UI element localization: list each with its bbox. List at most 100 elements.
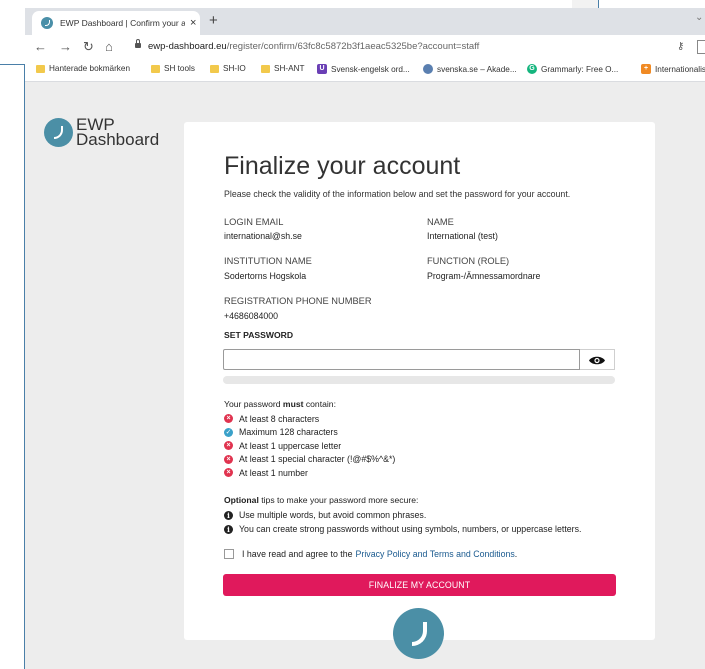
ewp-logo-icon (393, 608, 444, 659)
ewp-logo[interactable]: EWP Dashboard (44, 116, 160, 149)
bookmark-label: SH tools (164, 64, 195, 73)
tips-intro-bold: Optional (224, 495, 259, 505)
url-host: ewp-dashboard.eu (148, 41, 227, 52)
logo-line-2: Dashboard (76, 130, 160, 149)
login-email-label: LOGIN EMAIL (224, 217, 284, 227)
tab-search-chevron-icon[interactable]: ⌄ (695, 12, 703, 23)
requirements-intro-bold: must (282, 399, 304, 409)
page-subtitle: Please check the validity of the informa… (224, 189, 571, 199)
globe-icon (423, 64, 433, 74)
agree-terms-text: I have read and agree to the (242, 549, 353, 559)
password-input[interactable] (223, 349, 580, 370)
ewp-logo-icon (44, 117, 73, 147)
institution-value: Sodertorns Hogskola (224, 271, 307, 281)
show-password-button[interactable] (580, 349, 615, 370)
privacy-terms-link[interactable]: Privacy Policy and Terms and Conditions (356, 549, 515, 559)
phone-label: REGISTRATION PHONE NUMBER (224, 296, 372, 306)
reload-icon[interactable]: ↻ (83, 39, 94, 55)
fail-x-icon: × (224, 454, 233, 464)
finalize-account-button[interactable]: FINALIZE MY ACCOUNT (223, 574, 616, 596)
requirements-intro: Your password must contain: (224, 399, 336, 409)
background-fragment (572, 0, 598, 8)
bookmark-item[interactable]: SH-ANT (261, 64, 304, 73)
browser-toolbar: ← → ↻ ⌂ ewp-dashboard.eu/register/confir… (25, 35, 705, 60)
bookmark-label: Svensk-engelsk ord... (331, 64, 410, 74)
list-item: i Use multiple words, but avoid common ph… (224, 508, 581, 522)
key-icon[interactable]: ⚷ (677, 41, 684, 52)
tab-title: EWP Dashboard | Confirm your a (60, 18, 185, 28)
bookmark-item[interactable]: Hanterade bokmärken (36, 64, 130, 73)
agree-terms-checkbox[interactable] (224, 549, 234, 559)
requirements-intro-end: contain: (303, 399, 336, 409)
bookmark-item[interactable]: U Svensk-engelsk ord... (317, 64, 410, 74)
function-label: FUNCTION (ROLE) (427, 256, 510, 266)
institution-label: INSTITUTION NAME (224, 256, 312, 266)
url-path: /register/confirm/63fc8c5872b3f1aeac5325… (226, 41, 480, 52)
folder-icon (261, 64, 270, 73)
bookmark-item[interactable]: SH tools (151, 64, 195, 73)
list-item: ✓ Maximum 128 characters (224, 426, 395, 440)
requirement-text: At least 8 characters (239, 413, 320, 424)
tips-intro: Optional tips to make your password more… (224, 495, 418, 505)
name-label: NAME (427, 217, 454, 227)
page-content: EWP Dashboard Finalize your account Pleas… (25, 82, 705, 669)
logo-text: EWP Dashboard (76, 116, 160, 149)
bookmark-label: SH-IO (223, 64, 246, 73)
list-item: × At least 1 number (224, 466, 395, 480)
tips-intro-text: tips to make your password more secure: (258, 495, 419, 505)
folder-icon (151, 64, 160, 73)
login-email-value: international@sh.se (224, 231, 302, 241)
bookmark-item[interactable]: svenska.se – Akade... (423, 64, 517, 74)
password-requirements-list: × At least 8 characters ✓ Maximum 128 char… (224, 412, 395, 480)
plus-brand-icon: + (641, 64, 651, 74)
folder-icon (210, 64, 219, 73)
bookmarks-bar: Hanterade bokmärken SH tools SH-IO SH-AN… (25, 60, 705, 82)
back-arrow-icon[interactable]: ← (34, 39, 47, 55)
fail-x-icon: × (224, 414, 233, 424)
agree-terms-row: I have read and agree to the Privacy Pol… (224, 549, 517, 559)
requirement-text: At least 1 special character (!@#$%^&*) (239, 454, 396, 465)
home-icon[interactable]: ⌂ (105, 39, 113, 55)
list-item: × At least 1 uppercase letter (224, 439, 395, 453)
info-icon: i (224, 510, 233, 520)
function-value: Program-/Ämnessamordnare (427, 271, 541, 281)
agree-terms-period: . (514, 549, 518, 559)
grammarly-icon: G (527, 64, 537, 74)
new-tab-button[interactable]: + (209, 12, 218, 29)
requirement-text: At least 1 number (239, 467, 308, 478)
bookmark-label: SH-ANT (274, 64, 305, 73)
bookmark-label: Internationalise (655, 64, 705, 74)
browser-tab[interactable]: EWP Dashboard | Confirm your a × (32, 11, 200, 35)
requirement-text: At least 1 uppercase letter (239, 440, 342, 451)
info-icon: i (224, 524, 233, 534)
tip-text: You can create strong passwords without … (239, 524, 582, 534)
tip-text: Use multiple words, but avoid common phr… (239, 510, 427, 520)
browser-window: EWP Dashboard | Confirm your a × + ⌄ ← →… (25, 8, 705, 669)
bookmark-label: Grammarly: Free O... (541, 64, 619, 74)
phone-value: +4686084000 (224, 311, 279, 321)
set-password-label: SET PASSWORD (224, 330, 294, 340)
lock-icon[interactable] (135, 39, 141, 48)
fail-x-icon: × (224, 441, 233, 451)
dictionary-icon: U (317, 64, 327, 74)
password-strength-bar (223, 376, 615, 384)
tab-close-icon[interactable]: × (190, 17, 196, 29)
bookmark-item[interactable]: + Internationalise (641, 64, 705, 74)
address-bar[interactable]: ewp-dashboard.eu/register/confirm/63fc8c… (148, 41, 479, 52)
list-item: i You can create strong passwords without… (224, 522, 581, 536)
bookmark-item[interactable]: SH-IO (210, 64, 246, 73)
bookmark-item[interactable]: G Grammarly: Free O... (527, 64, 618, 74)
ewp-favicon-icon (41, 17, 53, 29)
name-value: International (test) (427, 231, 498, 241)
list-item: × At least 8 characters (224, 412, 395, 426)
finalize-account-card: Finalize your account Please check the v… (184, 122, 655, 659)
bookmark-label: Hanterade bokmärken (49, 64, 131, 73)
page-title: Finalize your account (224, 152, 461, 180)
requirements-intro-text: Your password (224, 399, 283, 409)
check-icon: ✓ (224, 427, 233, 437)
tab-strip: EWP Dashboard | Confirm your a × + ⌄ (25, 8, 705, 35)
forward-arrow-icon[interactable]: → (59, 39, 72, 55)
fail-x-icon: × (224, 468, 233, 478)
eye-icon (589, 356, 605, 365)
extension-icon[interactable] (697, 40, 705, 54)
